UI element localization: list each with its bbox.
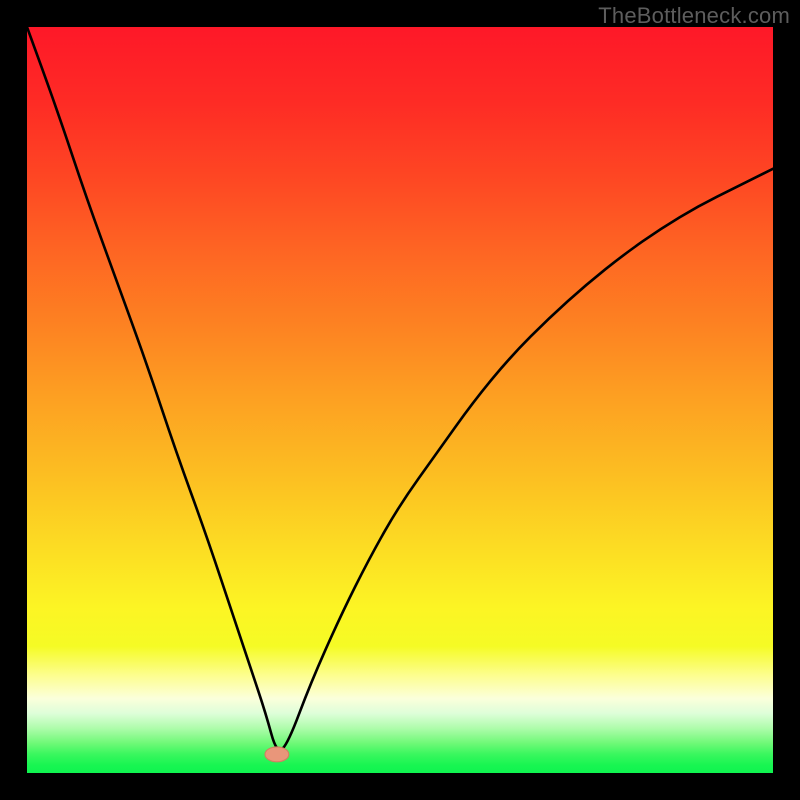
optimum-marker bbox=[265, 747, 289, 762]
chart-frame: TheBottleneck.com bbox=[0, 0, 800, 800]
bottleneck-chart bbox=[27, 27, 773, 773]
watermark-text: TheBottleneck.com bbox=[598, 3, 790, 29]
plot-background bbox=[27, 27, 773, 773]
